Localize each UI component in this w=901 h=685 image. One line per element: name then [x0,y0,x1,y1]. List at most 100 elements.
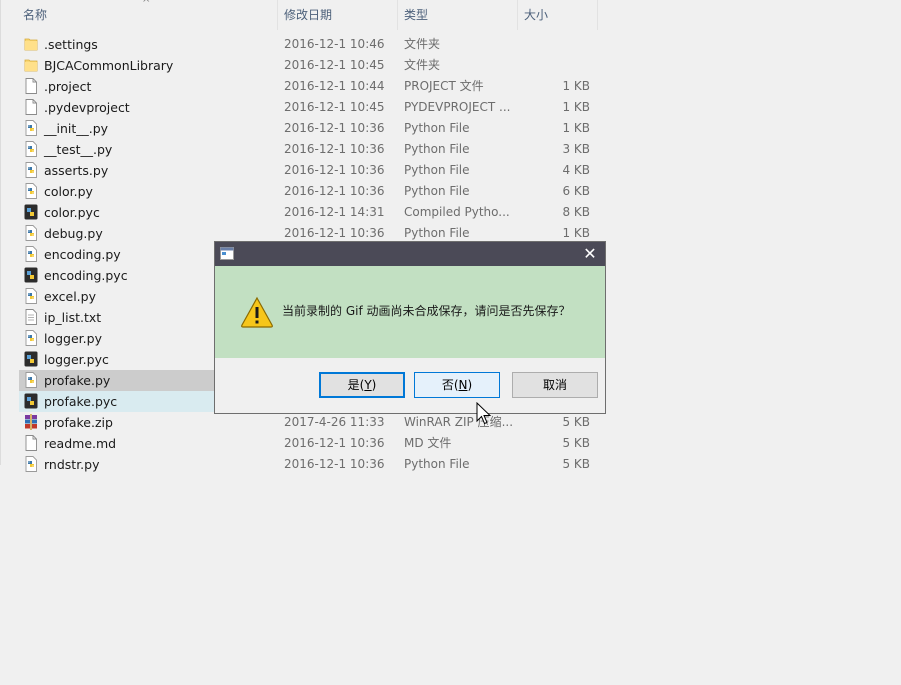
python-file-icon [24,330,38,346]
file-date: 2016-12-1 10:46 [284,37,385,51]
file-name: ip_list.txt [44,310,102,325]
column-divider[interactable] [597,0,598,30]
file-size: 1 KB [562,121,590,135]
file-row[interactable]: profake.zip 2017-4-26 11:33 WinRAR ZIP 压缩.… [19,412,600,433]
file-date: 2016-12-1 10:36 [284,142,385,156]
compiled-python-icon [24,351,38,367]
file-name: logger.py [44,331,102,346]
column-divider[interactable] [397,0,398,30]
blank-file-icon [24,99,38,115]
column-name-header[interactable]: 名称 [23,0,47,30]
compiled-python-icon [24,393,38,409]
python-file-icon [24,120,38,136]
file-name: color.py [44,184,93,199]
close-icon[interactable]: ✕ [582,243,598,265]
dialog-message-area: 当前录制的 Gif 动画尚未合成保存，请问是否先保存？ [215,266,605,358]
compiled-python-icon [24,267,38,283]
blank-file-icon [24,435,38,451]
file-type: WinRAR ZIP 压缩... [404,415,514,429]
file-size: 1 KB [562,79,590,93]
file-type: Python File [404,184,470,198]
file-name: readme.md [44,436,117,451]
file-date: 2016-12-1 10:36 [284,436,385,450]
file-row[interactable]: .settings 2016-12-1 10:46 文件夹 [19,34,600,55]
file-type: PYDEVPROJECT ... [404,100,511,114]
compiled-python-icon [24,204,38,220]
file-row[interactable]: color.pyc 2016-12-1 14:31 Compiled Pytho..… [19,202,600,223]
file-name: profake.pyc [44,394,118,409]
column-header: 名称 ^ 修改日期 类型 大小 [0,0,600,30]
dialog-title-bar[interactable]: ✕ [215,242,605,266]
file-name: encoding.py [44,247,121,262]
file-name: logger.pyc [44,352,109,367]
file-size: 8 KB [562,205,590,219]
file-date: 2016-12-1 10:36 [284,163,385,177]
file-name: debug.py [44,226,103,241]
file-name: __test__.py [44,142,113,157]
file-name: .pydevproject [44,100,130,115]
python-file-icon [24,183,38,199]
file-size: 6 KB [562,184,590,198]
python-file-icon [24,288,38,304]
file-row[interactable]: color.py 2016-12-1 10:36 Python File 6 KB [19,181,600,202]
file-row[interactable]: __test__.py 2016-12-1 10:36 Python File 3 K… [19,139,600,160]
file-type: Python File [404,121,470,135]
file-date: 2016-12-1 14:31 [284,205,385,219]
python-file-icon [24,456,38,472]
folder-icon [24,57,38,73]
winrar-icon [24,414,38,430]
file-name: profake.zip [44,415,113,430]
file-date: 2016-12-1 10:36 [284,184,385,198]
file-name: .settings [44,37,98,52]
file-row[interactable]: .project 2016-12-1 10:44 PROJECT 文件 1 KB [19,76,600,97]
sort-ascending-icon: ^ [142,0,151,9]
python-file-icon [24,225,38,241]
file-size: 5 KB [562,457,590,471]
column-divider[interactable] [517,0,518,30]
file-date: 2016-12-1 10:45 [284,100,385,114]
file-name: encoding.pyc [44,268,128,283]
file-date: 2016-12-1 10:45 [284,58,385,72]
file-size: 5 KB [562,415,590,429]
file-type: Python File [404,142,470,156]
file-row[interactable]: rndstr.py 2016-12-1 10:36 Python File 5 KB [19,454,600,475]
file-name: profake.py [44,373,111,388]
column-type-header[interactable]: 类型 [404,0,428,30]
python-file-icon [24,246,38,262]
file-name: .project [44,79,92,94]
save-prompt-dialog: ✕ 当前录制的 Gif 动画尚未合成保存，请问是否先保存？ 是(Y) 否(N) … [214,241,606,414]
file-type: PROJECT 文件 [404,79,484,93]
folder-icon [24,36,38,52]
file-row[interactable]: .pydevproject 2016-12-1 10:45 PYDEVPROJECT… [19,97,600,118]
file-row[interactable]: asserts.py 2016-12-1 10:36 Python File 4 KB [19,160,600,181]
python-file-icon [24,162,38,178]
file-size: 5 KB [562,436,590,450]
file-row[interactable]: BJCACommonLibrary 2016-12-1 10:45 文件夹 [19,55,600,76]
app-icon [220,247,234,260]
python-file-icon [24,141,38,157]
left-edge [0,0,1,465]
column-divider[interactable] [277,0,278,30]
cancel-button[interactable]: 取消 [512,372,598,398]
yes-button[interactable]: 是(Y) [319,372,405,398]
no-button[interactable]: 否(N) [414,372,500,398]
column-date-header[interactable]: 修改日期 [284,0,332,30]
file-date: 2016-12-1 10:36 [284,457,385,471]
file-size: 1 KB [562,100,590,114]
file-size: 3 KB [562,142,590,156]
file-name: BJCACommonLibrary [44,58,174,73]
file-type: 文件夹 [404,37,441,51]
file-type: 文件夹 [404,58,441,72]
file-name: excel.py [44,289,96,304]
file-name: rndstr.py [44,457,100,472]
file-row[interactable]: __init__.py 2016-12-1 10:36 Python File 1 K… [19,118,600,139]
file-name: asserts.py [44,163,109,178]
file-name: __init__.py [44,121,109,136]
file-type: MD 文件 [404,436,452,450]
column-size-header[interactable]: 大小 [524,0,548,30]
file-row[interactable]: readme.md 2016-12-1 10:36 MD 文件 5 KB [19,433,600,454]
file-type: Python File [404,457,470,471]
warning-icon [241,296,273,328]
file-name: color.pyc [44,205,100,220]
file-date: 2017-4-26 11:33 [284,415,385,429]
